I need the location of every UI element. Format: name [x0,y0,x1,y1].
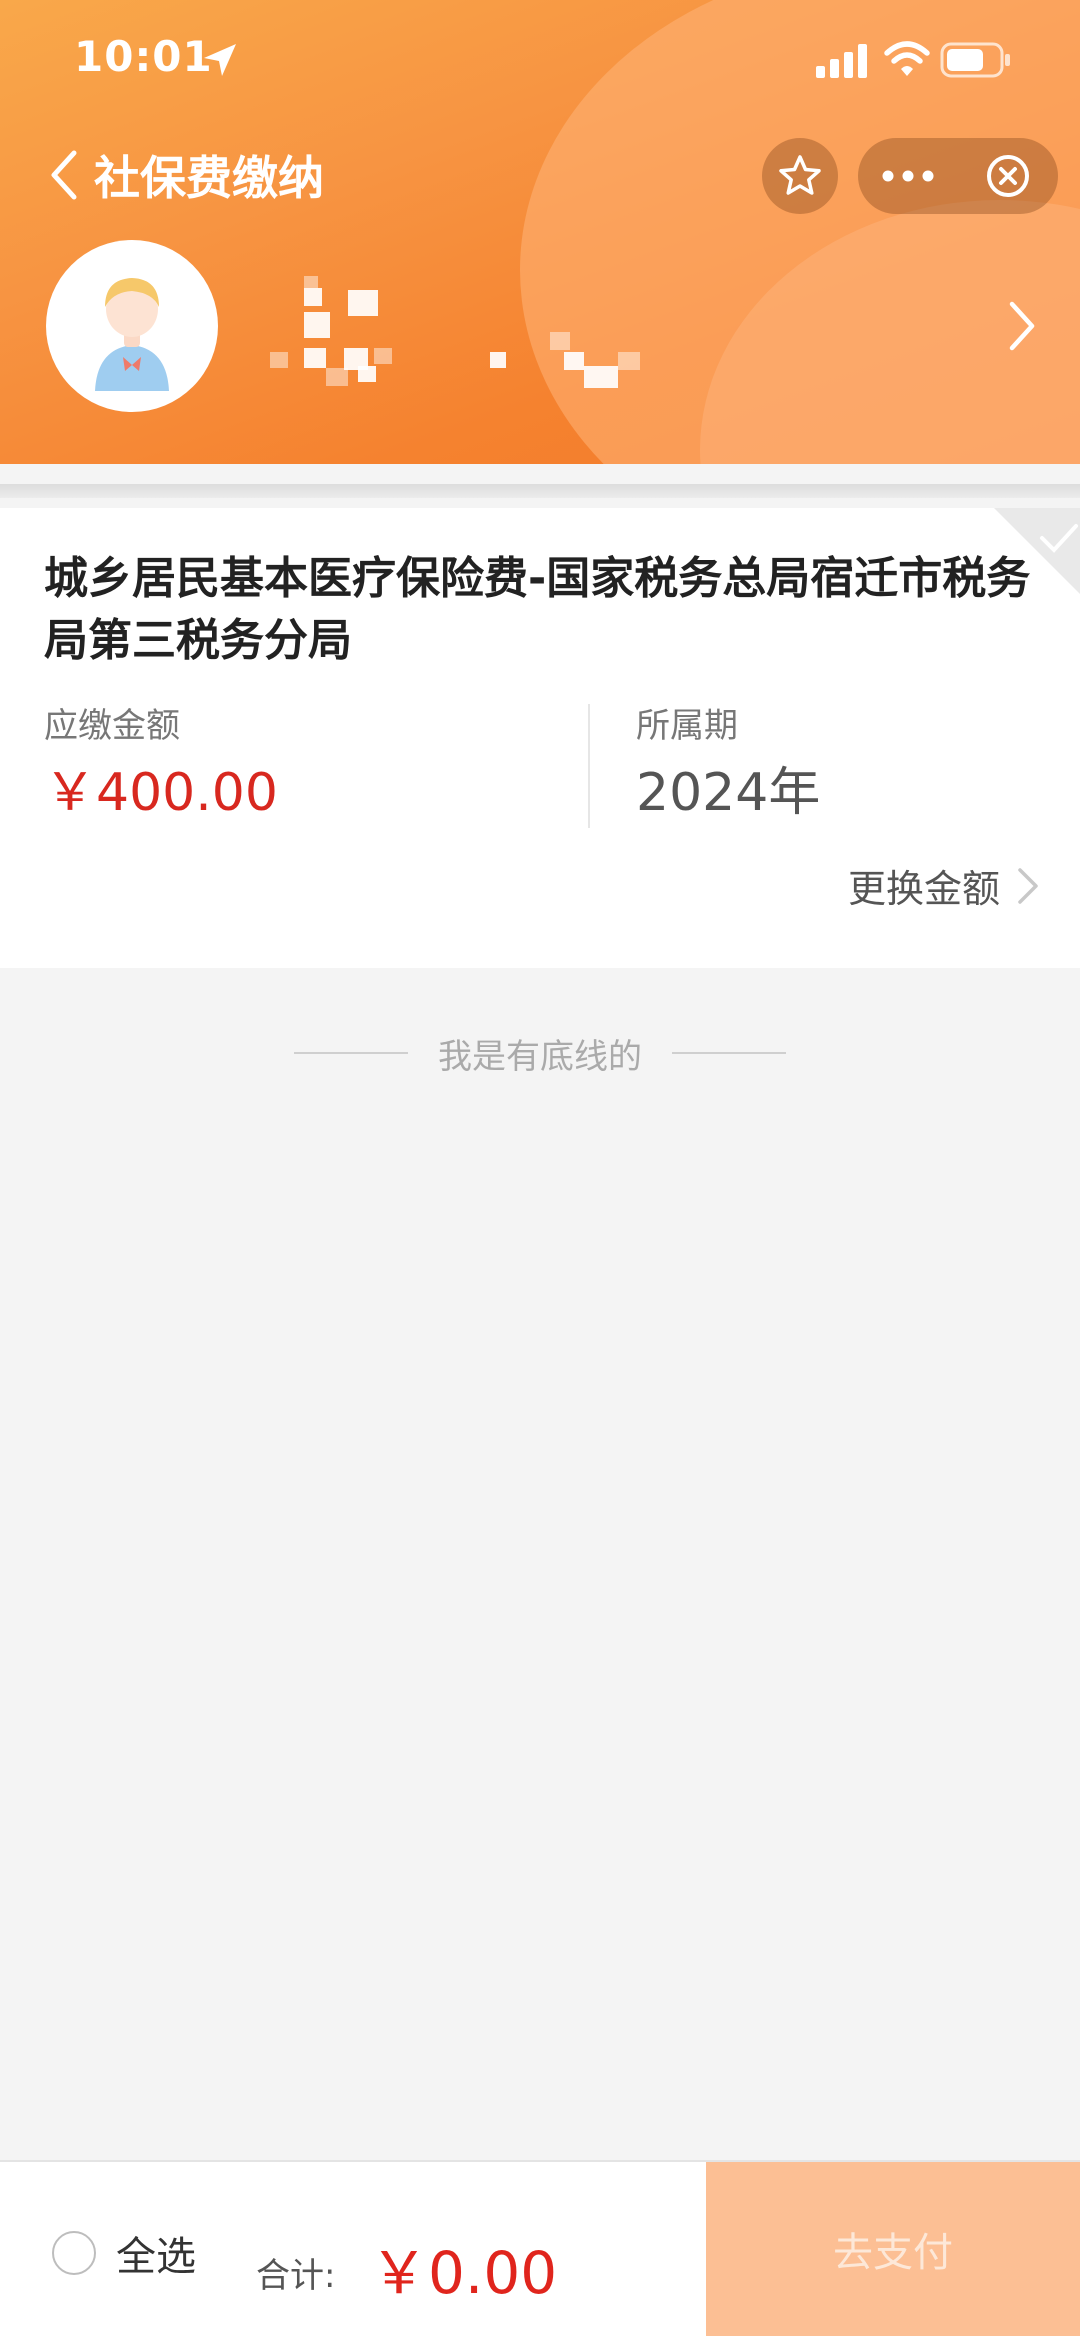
more-button[interactable] [858,138,958,214]
end-of-list-text: 我是有底线的 [438,1036,642,1077]
close-button[interactable] [958,138,1058,214]
location-arrow-icon [204,44,236,76]
chevron-right-icon [1018,867,1038,904]
total-value: ￥0.00 [370,2239,558,2307]
battery-icon [940,42,1010,78]
pay-button[interactable]: 去支付 [706,2162,1080,2336]
chevron-right-icon[interactable] [1004,298,1040,354]
pay-button-label: 去支付 [833,2230,953,2276]
wifi-icon [884,41,930,76]
back-chevron-icon [51,150,77,200]
header-banner: 10:01 社保费缴纳 [0,0,1080,464]
total-label: 合计: [256,2256,336,2296]
amount-column: 应缴金额 ￥400.00 [44,704,278,824]
card-separator [0,484,1080,498]
favorite-button[interactable] [762,138,838,214]
user-name-redacted [264,266,664,396]
avatar[interactable] [46,240,218,412]
select-all-label: 全选 [116,2234,196,2280]
back-button[interactable]: 社保费缴纳 [44,140,324,210]
close-circle-icon [987,155,1029,197]
period-label: 所属期 [636,706,738,746]
bill-title: 城乡居民基本医疗保险费-国家税务总局宿迁市税务局第三税务分局 [44,553,1031,666]
user-avatar-icon [95,278,169,391]
change-amount-link[interactable]: 更换金额 [848,858,1040,913]
miniapp-capsule [858,138,1058,214]
checkout-bar: 全选 合计: ￥0.00 去支付 [0,2160,1080,2336]
more-icon [882,170,934,182]
star-icon [779,155,821,195]
amount-label: 应缴金额 [44,706,180,746]
select-all-toggle[interactable]: 全选 [52,2224,196,2282]
period-column: 所属期 2024年 [636,704,820,824]
column-divider [588,704,590,828]
status-bar: 10:01 [0,0,1080,120]
cellular-signal-icon [816,44,867,78]
bill-card[interactable]: 城乡居民基本医疗保险费-国家税务总局宿迁市税务局第三税务分局 应缴金额 ￥400… [0,508,1080,968]
end-of-list-indicator: 我是有底线的 [0,1028,1080,1078]
period-value: 2024年 [636,763,821,823]
select-all-radio[interactable] [52,2231,96,2275]
change-amount-label: 更换金额 [847,867,1000,911]
amount-value: ￥400.00 [44,763,278,823]
divider-line [672,1052,786,1054]
page-title: 社保费缴纳 [94,151,324,205]
status-time: 10:01 [74,32,213,81]
divider-line [294,1052,408,1054]
